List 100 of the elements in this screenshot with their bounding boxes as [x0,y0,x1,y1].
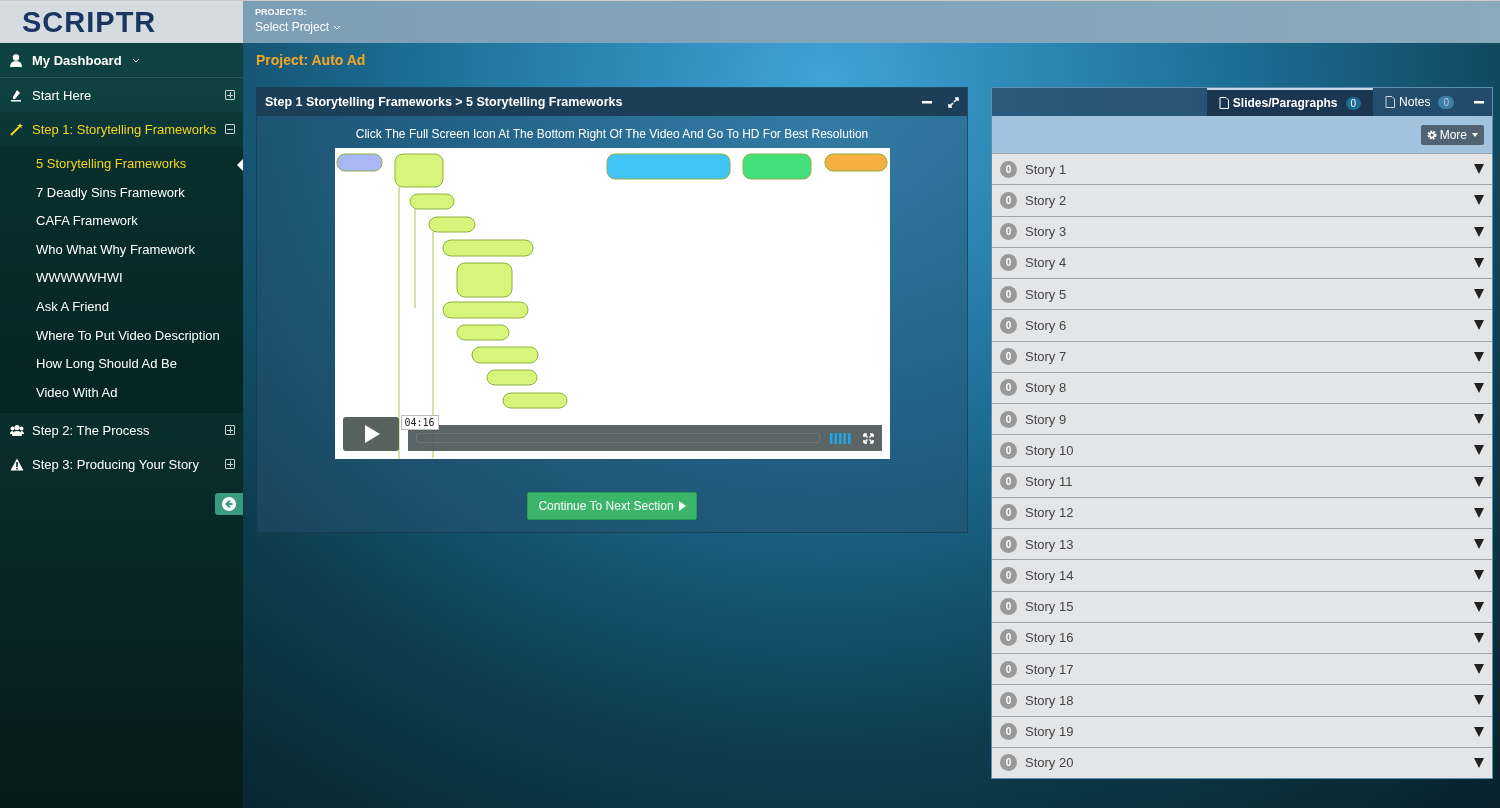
story-row[interactable]: 0 Story 7 [992,340,1492,372]
more-button[interactable]: More [1420,124,1484,145]
story-row[interactable]: 0 Story 9 [992,403,1492,435]
dropdown-arrow-icon[interactable] [1474,601,1484,612]
story-title: Story 14 [1025,567,1075,583]
tab[interactable]: Notes 0 [1373,88,1466,116]
count-badge: 0 [1000,691,1017,709]
story-title: Story 9 [1025,411,1068,427]
dropdown-arrow-icon[interactable] [1474,726,1484,737]
story-row[interactable]: 0 Story 4 [992,246,1492,278]
dropdown-arrow-icon[interactable] [1474,695,1484,706]
story-title: Story 19 [1025,724,1075,740]
dropdown-arrow-icon[interactable] [1474,351,1484,362]
story-title: Story 20 [1025,755,1075,771]
document-icon [1385,96,1396,108]
submenu-item[interactable]: 7 Deadly Sins Framework [0,178,243,208]
nav-item[interactable]: Start Here [0,78,243,112]
dropdown-arrow-icon[interactable] [1474,507,1484,518]
dropdown-arrow-icon[interactable] [1474,320,1484,331]
back-arrow-icon [222,497,236,512]
submenu-item[interactable]: 5 Storytelling Frameworks [0,150,243,179]
submenu-item[interactable]: Who What Why Framework [0,235,243,265]
story-title: Story 18 [1025,692,1075,708]
dashboard-menu[interactable]: My Dashboard [0,43,243,78]
count-badge: 0 [1000,410,1017,428]
count-badge: 0 [1000,316,1017,334]
dropdown-arrow-icon[interactable] [1474,632,1484,643]
story-row[interactable]: 0 Story 13 [992,528,1492,560]
volume-icon [829,432,851,444]
dropdown-arrow-icon[interactable] [1474,195,1484,206]
story-title: Story 4 [1025,255,1068,271]
story-row[interactable]: 0 Story 5 [992,278,1492,310]
panel-title: Step 1 Storytelling Frameworks > 5 Storytelling Frameworks [265,95,624,109]
nav-item[interactable]: Step 2: The Process [0,413,243,448]
collapse-icon[interactable] [225,124,235,134]
count-badge: 0 [1000,535,1017,553]
story-row[interactable]: 0 Story 18 [992,684,1492,716]
story-title: Story 10 [1025,442,1075,458]
story-row[interactable]: 0 Story 2 [992,184,1492,216]
story-row[interactable]: 0 Story 3 [992,215,1492,247]
dropdown-arrow-icon[interactable] [1474,414,1484,425]
count-badge: 0 [1000,660,1017,678]
submenu-item[interactable]: Video With Ad [0,378,243,408]
story-row[interactable]: 0 Story 8 [992,371,1492,403]
story-row[interactable]: 0 Story 6 [992,309,1492,341]
nav-item[interactable]: Step 3: Producing Your Story [0,447,243,482]
nav-item[interactable]: Step 1: Storytelling Frameworks [0,112,243,146]
story-title: Story 13 [1025,536,1075,552]
story-title: Story 16 [1025,630,1075,646]
instruction-text: Click The Full Screen Icon At The Bottom Right Of The Video And Go To HD For Best Resolution [354,126,870,143]
play-button[interactable] [342,417,399,451]
dropdown-arrow-icon[interactable] [1474,445,1484,456]
dropdown-arrow-icon[interactable] [1474,226,1484,237]
story-row[interactable]: 0 Story 17 [992,653,1492,685]
dropdown-arrow-icon[interactable] [1474,539,1484,550]
fullscreen-icon [862,432,874,444]
dropdown-arrow-icon[interactable] [1474,289,1484,300]
dropdown-arrow-icon[interactable] [1474,476,1484,487]
count-badge: 0 [1000,566,1017,584]
project-title: Project: Auto Ad [256,51,367,70]
count-badge: 0 [1000,754,1017,772]
person-icon [10,53,22,67]
submenu-item[interactable]: CAFA Framework [0,207,243,236]
collapse-sidebar-button[interactable] [215,493,243,516]
expand-icon[interactable] [225,459,235,470]
projects-label: PROJECTS: [255,7,308,17]
expand-icon[interactable] [225,425,235,436]
count-badge: 0 [1438,95,1454,109]
dropdown-arrow-icon[interactable] [1474,382,1484,393]
expand-icon[interactable] [225,90,235,100]
story-row[interactable]: 0 Story 12 [992,496,1492,528]
story-row[interactable]: 0 Story 10 [992,434,1492,466]
submenu-item[interactable]: WWWWWHWI [0,264,243,293]
dropdown-arrow-icon[interactable] [1474,164,1484,175]
story-title: Story 2 [1025,192,1068,208]
submenu-item[interactable]: Where To Put Video Description [0,321,243,351]
count-badge: 0 [1000,254,1017,272]
story-title: Story 7 [1025,349,1068,365]
tab[interactable]: Slides/Paragraphs 0 [1206,88,1374,116]
count-badge: 0 [1000,191,1017,209]
dropdown-arrow-icon[interactable] [1474,257,1484,268]
warning-icon [10,457,24,471]
people-icon [10,423,24,437]
story-title: Story 1 [1025,161,1068,177]
story-row[interactable]: 0 Story 14 [992,559,1492,591]
story-title: Story 3 [1025,224,1068,240]
count-badge: 0 [1000,160,1017,178]
story-title: Story 12 [1025,505,1075,521]
submenu-item[interactable]: Ask A Friend [0,292,243,322]
dropdown-arrow-icon[interactable] [1474,757,1484,768]
dropdown-arrow-icon[interactable] [1474,664,1484,675]
count-badge: 0 [1000,285,1017,303]
story-row[interactable]: 0 Story 20 [992,746,1492,778]
dropdown-arrow-icon[interactable] [1474,570,1484,581]
story-row[interactable]: 0 Story 11 [992,465,1492,497]
story-row[interactable]: 0 Story 15 [992,590,1492,622]
story-row[interactable]: 0 Story 16 [992,621,1492,653]
story-row[interactable]: 0 Story 19 [992,715,1492,747]
submenu-item[interactable]: How Long Should Ad Be [0,350,243,379]
story-row[interactable]: 0 Story 1 [992,153,1492,185]
